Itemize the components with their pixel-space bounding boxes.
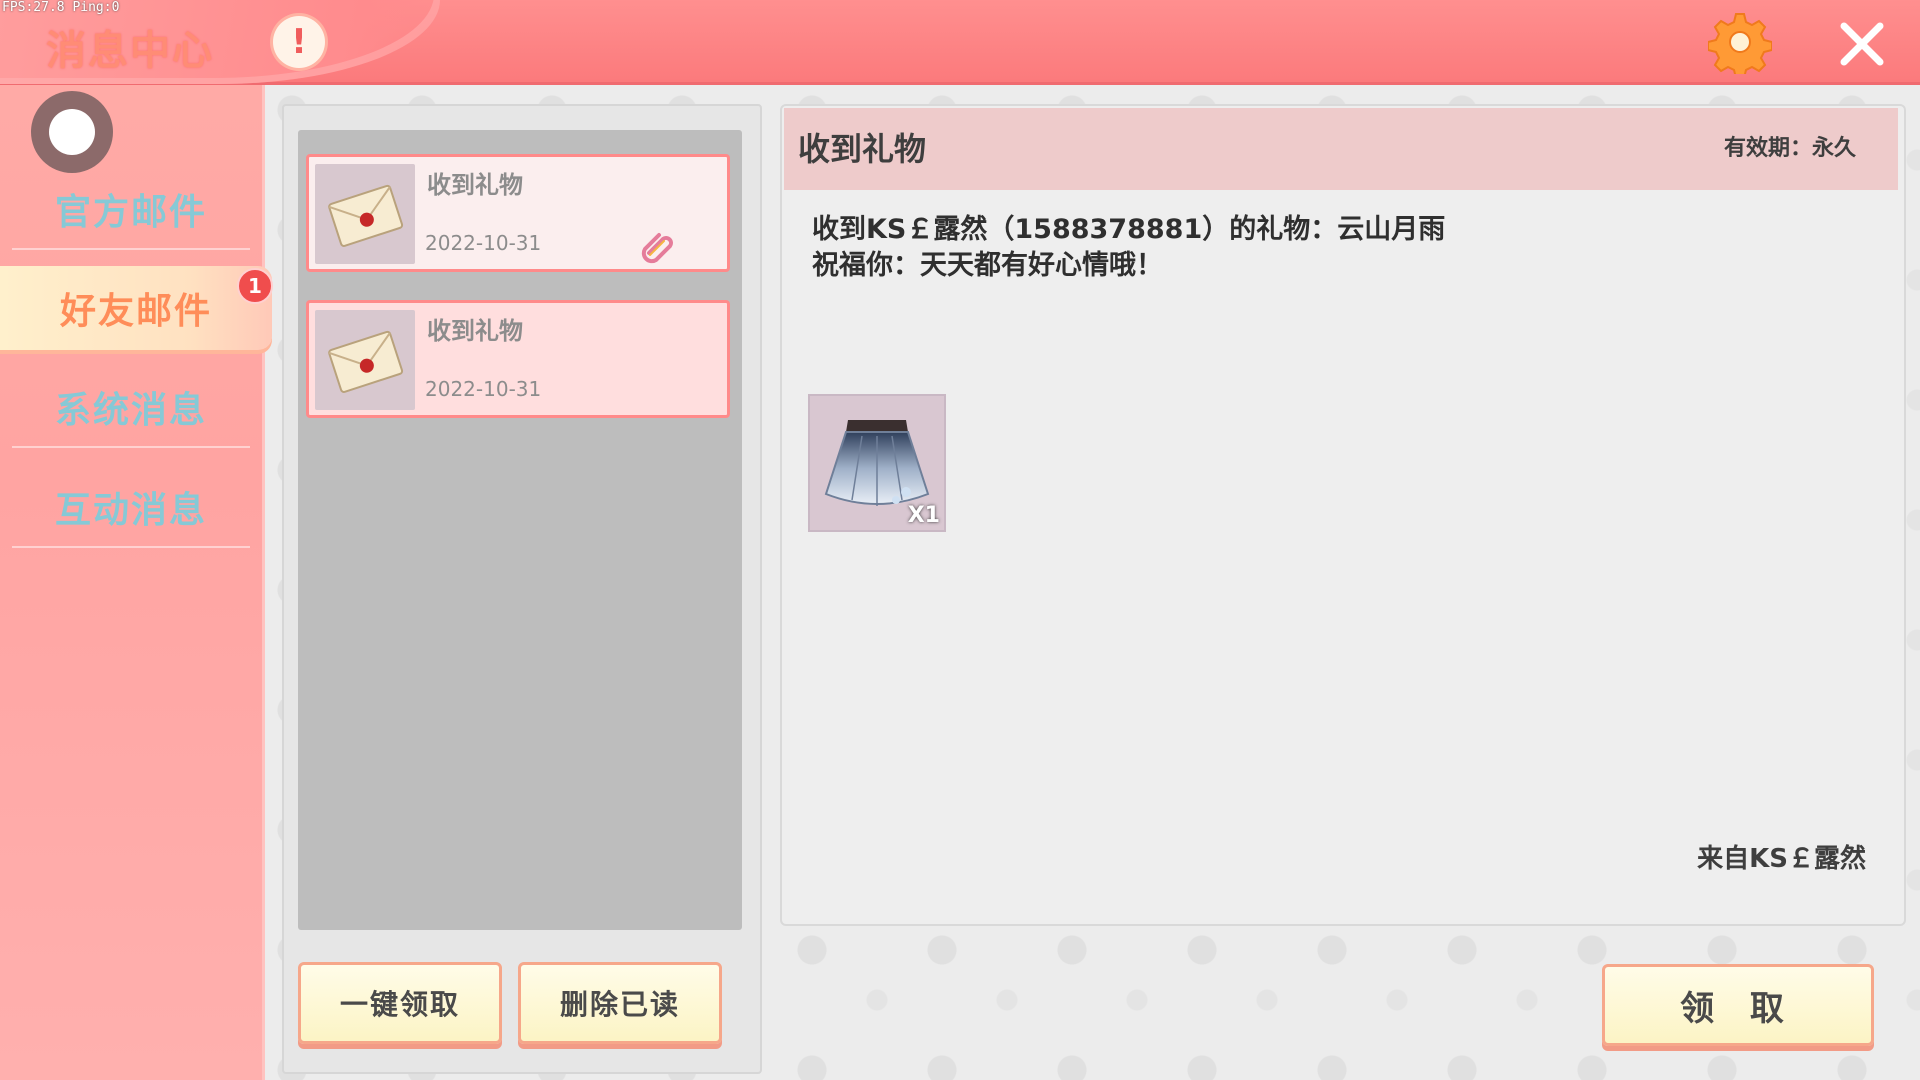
envelope-icon [315,310,415,410]
fps-counter: FPS:27.8 Ping:0 [2,0,120,15]
mail-detail-body: 收到KS￡露然（1588378881）的礼物：云山月雨 祝福你：天天都有好心情哦… [812,212,1445,284]
sidebar-item-label: 系统消息 [54,390,207,431]
mail-item[interactable]: 收到礼物 2022-10-31 [306,300,730,418]
sidebar-item-friend-mail[interactable]: 好友邮件 [0,266,272,350]
mail-detail-title: 收到礼物 [798,130,927,168]
validity-label: 有效期：永久 [1723,136,1856,161]
mail-item[interactable]: 收到礼物 2022-10-31 [306,154,730,272]
sidebar-item-system-messages[interactable]: 系统消息 [0,364,262,450]
claim-button[interactable]: 领 取 [1602,964,1874,1046]
mail-body-line: 收到KS￡露然（1588378881）的礼物：云山月雨 [812,214,1446,245]
close-icon[interactable] [1836,18,1888,70]
envelope-icon [315,164,415,264]
screen: FPS:27.8 Ping:0 消息中心 ! 官方邮件 好友邮件 1 系统消息 … [0,0,1920,1080]
avatar[interactable] [31,91,113,173]
gift-item-slot[interactable]: X1 [808,394,946,532]
sidebar-item-label: 互动消息 [54,490,207,531]
top-bar: FPS:27.8 Ping:0 消息中心 ! [0,0,1920,85]
sidebar-item-official-mail[interactable]: 官方邮件 [0,166,262,252]
mail-item-title: 收到礼物 [427,171,523,199]
claim-all-button[interactable]: 一键领取 [298,962,502,1044]
gear-icon[interactable] [1708,10,1772,74]
gift-quantity: X1 [907,503,940,528]
mail-sender: 来自KS￡露然 [1697,844,1866,874]
mail-item-date: 2022-10-31 [425,231,542,255]
page-title: 消息中心 [46,28,214,74]
mail-item-title: 收到礼物 [427,317,523,345]
exclamation-icon[interactable]: ! [273,16,325,68]
paperclip-icon [641,233,673,264]
mail-item-date: 2022-10-31 [425,377,542,401]
sidebar-item-label: 好友邮件 [59,291,212,332]
sidebar-item-interaction-messages[interactable]: 互动消息 [0,464,262,550]
mail-body-line: 祝福你：天天都有好心情哦！ [812,250,1163,281]
delete-read-button[interactable]: 删除已读 [518,962,722,1044]
unread-badge: 1 [237,268,273,304]
sidebar-item-label: 官方邮件 [54,192,207,233]
